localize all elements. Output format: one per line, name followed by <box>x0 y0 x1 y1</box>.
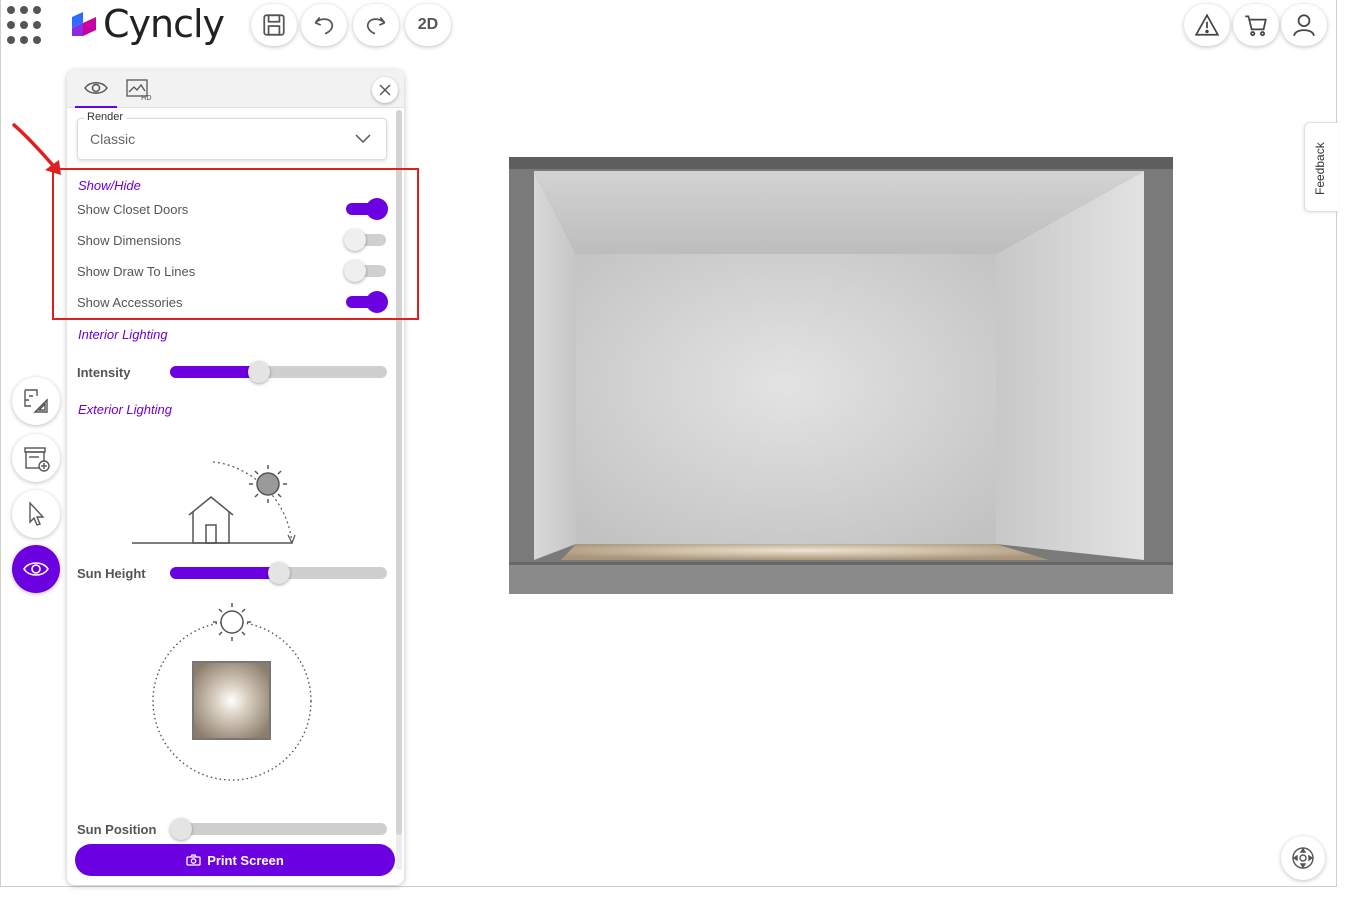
tab-view[interactable] <box>75 70 117 108</box>
cyncly-logo-icon <box>69 9 99 39</box>
brand-logo: Cyncly <box>69 2 225 46</box>
redo-button[interactable] <box>353 4 399 46</box>
sun-position-slider[interactable] <box>170 818 387 840</box>
print-screen-button[interactable]: Print Screen <box>75 844 395 876</box>
cart-icon <box>1245 15 1267 37</box>
view-settings-button[interactable] <box>12 545 60 593</box>
red-arrow-annotation <box>12 123 61 175</box>
interior-lighting-title: Interior Lighting <box>78 327 168 342</box>
feedback-label: Feedback <box>1313 142 1327 195</box>
tab-hd-render[interactable]: HD <box>117 70 159 108</box>
sun-height-diagram <box>132 461 296 545</box>
sun-position-label: Sun Position <box>77 822 157 837</box>
warning-icon <box>1194 13 1220 36</box>
panel-header: HD <box>67 70 404 108</box>
save-button[interactable] <box>251 4 297 46</box>
render-select-label: Render <box>84 111 127 123</box>
mode-2d-button[interactable]: 2D <box>405 4 451 46</box>
user-button[interactable] <box>1281 4 1327 46</box>
user-icon <box>1293 14 1315 37</box>
print-screen-label: Print Screen <box>207 852 284 868</box>
warning-button[interactable] <box>1184 4 1230 46</box>
select-tool-button[interactable] <box>12 490 60 538</box>
navigate-button[interactable] <box>1281 836 1325 880</box>
exterior-lighting-title: Exterior Lighting <box>78 402 172 417</box>
add-cabinet-icon <box>24 447 50 472</box>
render-select-value: Classic <box>90 131 136 147</box>
sun-position-diagram[interactable] <box>145 598 320 783</box>
undo-button[interactable] <box>301 4 347 46</box>
brand-name: Cyncly <box>103 2 225 46</box>
hd-render-icon: HD <box>126 79 152 101</box>
pointer-icon <box>29 501 45 526</box>
eye-icon <box>23 562 49 576</box>
redo-icon <box>366 16 386 35</box>
save-icon <box>263 14 285 36</box>
navigate-icon <box>1292 847 1314 869</box>
intensity-label: Intensity <box>77 365 131 380</box>
floorplan-button[interactable] <box>12 377 60 425</box>
app-frame: Cyncly 2D HD Classic Render Show/Hide Sh… <box>0 0 1338 887</box>
feedback-tab[interactable]: Feedback <box>1304 122 1338 212</box>
undo-icon <box>314 16 334 35</box>
eye-icon <box>84 82 108 94</box>
chevron-down-icon <box>355 134 371 144</box>
close-icon <box>379 84 391 96</box>
add-cabinet-button[interactable] <box>12 434 60 482</box>
sun-icon <box>249 465 287 503</box>
camera-icon <box>186 854 201 866</box>
cart-button[interactable] <box>1233 4 1279 46</box>
highlight-box <box>52 168 419 320</box>
sun-height-slider[interactable] <box>170 562 387 584</box>
intensity-slider[interactable] <box>170 361 387 383</box>
render-select[interactable]: Classic <box>77 118 387 160</box>
apps-grid-icon[interactable] <box>7 6 47 46</box>
svg-text:HD: HD <box>141 94 152 101</box>
sun-height-label: Sun Height <box>77 566 146 581</box>
house-icon <box>188 496 234 544</box>
sun-icon <box>213 603 251 641</box>
close-panel-button[interactable] <box>372 77 398 103</box>
room-3d-viewport[interactable] <box>509 157 1173 594</box>
floorplan-icon <box>24 389 48 413</box>
